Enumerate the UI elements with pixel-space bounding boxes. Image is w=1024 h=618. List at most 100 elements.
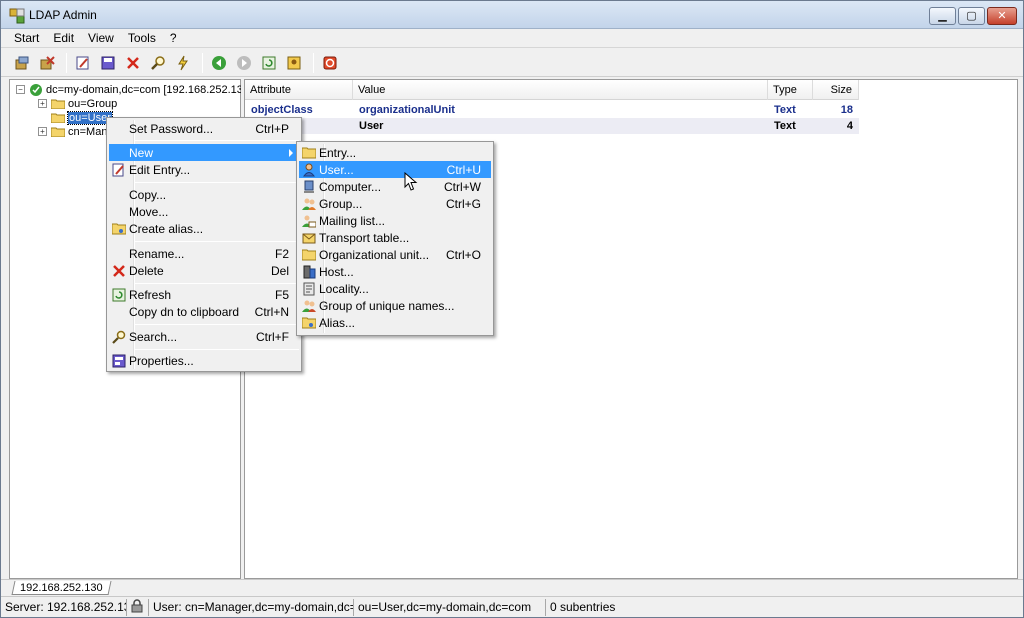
menu-help[interactable]: ? — [163, 31, 184, 45]
edit-icon — [76, 56, 89, 69]
maximize-button[interactable]: ▢ — [958, 7, 985, 25]
search-icon — [151, 55, 165, 70]
list-header: Attribute Value Type Size — [245, 80, 859, 100]
maximize-icon: ▢ — [966, 9, 977, 22]
cell-type: Text — [774, 120, 796, 132]
menu-item-delete[interactable]: Delete Del — [109, 262, 299, 279]
refresh-icon — [262, 56, 276, 69]
alias-folder-icon — [111, 221, 127, 237]
menu-item-rename[interactable]: Rename... F2 — [109, 245, 299, 262]
exit-button[interactable] — [319, 52, 341, 74]
delete-icon — [127, 56, 139, 69]
table-row[interactable]: objectClass organizationalUnit Text 18 — [245, 102, 859, 118]
menu-item-label: Mailing list... — [319, 214, 386, 228]
tree-item-group[interactable]: + ou=Group — [38, 96, 117, 111]
submenu-item-mailing-list[interactable]: Mailing list... — [299, 212, 491, 229]
connection-tabs: 192.168.252.130 — [1, 579, 1023, 596]
menu-item-shortcut: Ctrl+P — [255, 122, 289, 136]
alias-folder-icon — [301, 315, 317, 331]
forward-icon — [237, 55, 251, 70]
menu-item-set-password[interactable]: Set Password... Ctrl+P — [109, 120, 299, 137]
tab-connection[interactable]: 192.168.252.130 — [11, 581, 112, 595]
column-size[interactable]: Size — [813, 80, 859, 100]
menu-item-edit-entry[interactable]: Edit Entry... — [109, 161, 299, 178]
folder-icon — [51, 99, 65, 109]
menu-item-shortcut: Ctrl+F — [256, 330, 289, 344]
locality-icon — [301, 281, 317, 297]
mouse-cursor-icon — [404, 172, 418, 191]
submenu-item-locality[interactable]: Locality... — [299, 280, 491, 297]
properties-icon — [111, 353, 127, 369]
column-type[interactable]: Type — [768, 80, 813, 100]
submenu-item-transport-table[interactable]: Transport table... — [299, 229, 491, 246]
table-row[interactable]: ou User Text 4 — [245, 118, 859, 134]
menu-item-create-alias[interactable]: Create alias... — [109, 220, 299, 237]
tree-root[interactable]: − dc=my-domain,dc=com [192.168.252.130] — [16, 82, 252, 97]
delete-button[interactable] — [122, 52, 144, 74]
exit-icon — [323, 56, 337, 69]
menu-separator — [135, 349, 299, 350]
connect-button[interactable] — [11, 52, 33, 74]
close-button[interactable]: ✕ — [987, 7, 1017, 25]
computer-icon — [301, 179, 317, 195]
search-button[interactable] — [147, 52, 169, 74]
cell-size: 4 — [846, 120, 853, 132]
menu-item-refresh[interactable]: Refresh F5 — [109, 286, 299, 303]
submenu-item-group[interactable]: Group... Ctrl+G — [299, 195, 491, 212]
menu-item-label: Locality... — [319, 282, 369, 296]
submenu-item-group-of-unique-names[interactable]: Group of unique names... — [299, 297, 491, 314]
minimize-icon: ▁ — [938, 9, 947, 22]
submenu-item-host[interactable]: Host... — [299, 263, 491, 280]
submenu-item-organizational-unit[interactable]: Organizational unit... Ctrl+O — [299, 246, 491, 263]
mail-icon — [301, 230, 317, 246]
menu-edit[interactable]: Edit — [46, 31, 81, 45]
menu-item-label: Delete — [129, 264, 164, 278]
submenu-item-computer[interactable]: Computer... Ctrl+W — [299, 178, 491, 195]
save-button[interactable] — [97, 52, 119, 74]
folder-icon — [301, 247, 317, 263]
collapse-icon[interactable]: − — [16, 85, 25, 94]
column-attribute[interactable]: Attribute — [245, 80, 353, 100]
execute-button[interactable] — [172, 52, 194, 74]
submenu-item-entry[interactable]: Entry... — [299, 144, 491, 161]
context-menu: Set Password... Ctrl+P New Edit Entry...… — [106, 117, 302, 372]
menu-item-move[interactable]: Move... — [109, 203, 299, 220]
menu-tools[interactable]: Tools — [121, 31, 163, 45]
forward-button[interactable] — [233, 52, 255, 74]
status-dn: ou=User,dc=my-domain,dc=com — [354, 598, 546, 616]
submenu-item-user[interactable]: User... Ctrl+U — [299, 161, 491, 178]
menu-item-shortcut: Ctrl+W — [444, 180, 481, 194]
back-icon — [212, 55, 226, 70]
new-submenu: Entry... User... Ctrl+U Computer... Ctrl… — [296, 141, 494, 336]
save-icon — [101, 56, 115, 69]
tree-item-user[interactable]: ou=User — [38, 110, 113, 125]
menu-item-label: Alias... — [319, 316, 356, 330]
menu-separator — [135, 283, 299, 284]
toolbar-separator — [66, 52, 67, 73]
expand-icon[interactable]: + — [38, 127, 47, 136]
tree-root-label: dc=my-domain,dc=com [192.168.252.130] — [46, 83, 253, 96]
disconnect-button[interactable] — [36, 52, 58, 74]
submenu-item-alias[interactable]: Alias... — [299, 314, 491, 331]
menu-start[interactable]: Start — [7, 31, 46, 45]
edit-button[interactable] — [72, 52, 94, 74]
menu-item-new[interactable]: New — [109, 144, 299, 161]
menu-item-properties[interactable]: Properties... — [109, 352, 299, 369]
menu-item-label: Group... — [319, 197, 363, 211]
menu-view[interactable]: View — [81, 31, 121, 45]
menu-item-label: Move... — [129, 205, 169, 219]
menu-item-search[interactable]: Search... Ctrl+F — [109, 328, 299, 345]
host-icon — [301, 264, 317, 280]
menu-item-label: Create alias... — [129, 222, 204, 236]
menu-item-copy-dn[interactable]: Copy dn to clipboard Ctrl+N — [109, 303, 299, 320]
back-button[interactable] — [208, 52, 230, 74]
menu-item-label: Entry... — [319, 146, 357, 160]
properties-button[interactable] — [283, 52, 305, 74]
column-value[interactable]: Value — [353, 80, 768, 100]
menu-item-label: Group of unique names... — [319, 299, 455, 313]
minimize-button[interactable]: ▁ — [929, 7, 956, 25]
menu-item-copy[interactable]: Copy... — [109, 186, 299, 203]
expand-icon[interactable]: + — [38, 99, 47, 108]
refresh-button[interactable] — [258, 52, 280, 74]
search-icon — [111, 329, 127, 345]
